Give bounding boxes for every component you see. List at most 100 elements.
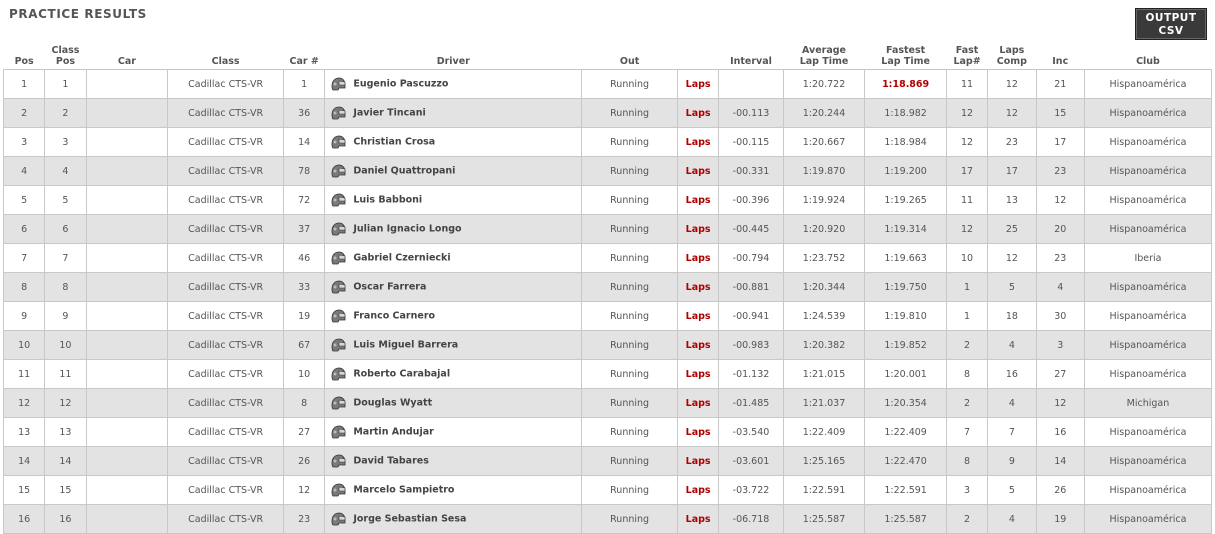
cell-driver[interactable]: Luis Miguel Barrera: [324, 330, 583, 360]
cell-driver[interactable]: Eugenio Pascuzzo: [324, 69, 583, 99]
cell-driver[interactable]: Oscar Farrera: [324, 272, 583, 302]
laps-link[interactable]: Laps: [676, 243, 720, 273]
cell-class-pos: 14: [44, 446, 87, 476]
helmet-icon: [330, 454, 346, 468]
col-header-inc[interactable]: Inc: [1036, 38, 1084, 70]
driver-name: Oscar Farrera: [353, 281, 427, 293]
cell-laps-comp: 18: [987, 301, 1037, 331]
col-header-driver[interactable]: Driver: [325, 38, 582, 70]
cell-inc: 23: [1035, 243, 1085, 273]
laps-link[interactable]: Laps: [676, 127, 720, 157]
cell-club: Hispanoamérica: [1083, 185, 1213, 215]
laps-link[interactable]: Laps: [676, 417, 720, 447]
cell-out: Running: [581, 272, 678, 302]
cell-car: [85, 301, 169, 331]
cell-driver[interactable]: Julian Ignacio Longo: [324, 214, 583, 244]
col-header-average-lap[interactable]: Average Lap Time: [783, 38, 865, 70]
col-header-fastest-lap[interactable]: Fastest Lap Time: [865, 38, 947, 70]
table-row: 4 4 Cadillac CTS-VR 78 Daniel Quattropan…: [2, 156, 1213, 186]
cell-fast-lap-number: 17: [945, 156, 989, 186]
cell-driver[interactable]: Martin Andujar: [324, 417, 583, 447]
laps-link[interactable]: Laps: [676, 388, 720, 418]
col-header-car-number[interactable]: Car #: [284, 38, 325, 70]
laps-link[interactable]: Laps: [676, 504, 720, 534]
cell-interval: -00.881: [718, 272, 784, 302]
cell-car: [85, 475, 169, 505]
cell-driver[interactable]: Luis Babboni: [324, 185, 583, 215]
cell-club: Hispanoamérica: [1083, 127, 1213, 157]
laps-link[interactable]: Laps: [676, 446, 720, 476]
cell-club: Hispanoamérica: [1083, 98, 1213, 128]
cell-out: Running: [581, 359, 678, 389]
col-header-club[interactable]: Club: [1084, 38, 1211, 70]
cell-driver[interactable]: Marcelo Sampietro: [324, 475, 583, 505]
cell-class: Cadillac CTS-VR: [167, 388, 285, 418]
cell-club: Hispanoamérica: [1083, 417, 1213, 447]
cell-driver[interactable]: Roberto Carabajal: [324, 359, 583, 389]
cell-class-pos: 9: [44, 301, 87, 331]
cell-driver[interactable]: David Tabares: [324, 446, 583, 476]
cell-inc: 26: [1035, 475, 1085, 505]
helmet-icon: [330, 164, 346, 178]
cell-pos: 8: [2, 272, 46, 302]
cell-driver[interactable]: Franco Carnero: [324, 301, 583, 331]
col-header-laps-comp[interactable]: Laps Comp: [988, 38, 1036, 70]
laps-link[interactable]: Laps: [676, 359, 720, 389]
cell-fastest-lap: 1:22.470: [864, 446, 947, 476]
cell-driver[interactable]: Gabriel Czerniecki: [324, 243, 583, 273]
cell-car: [85, 272, 169, 302]
laps-link[interactable]: Laps: [676, 301, 720, 331]
cell-fastest-lap: 1:22.409: [864, 417, 947, 447]
cell-interval: -00.113: [718, 98, 784, 128]
driver-name: Franco Carnero: [353, 310, 436, 322]
col-header-fast-lap-number[interactable]: Fast Lap#: [946, 38, 987, 70]
cell-driver[interactable]: Daniel Quattropani: [324, 156, 583, 186]
cell-fast-lap-number: 8: [945, 446, 989, 476]
laps-link[interactable]: Laps: [676, 185, 720, 215]
col-header-pos[interactable]: Pos: [4, 38, 45, 70]
cell-interval: -01.132: [718, 359, 784, 389]
laps-link[interactable]: Laps: [676, 156, 720, 186]
cell-car: [85, 446, 169, 476]
col-header-car[interactable]: Car: [86, 38, 168, 70]
cell-club: Hispanoamérica: [1083, 446, 1213, 476]
laps-link[interactable]: Laps: [676, 214, 720, 244]
helmet-icon: [330, 77, 346, 91]
cell-out: Running: [581, 504, 678, 534]
laps-link[interactable]: Laps: [676, 98, 720, 128]
cell-inc: 4: [1035, 272, 1085, 302]
cell-out: Running: [581, 330, 678, 360]
laps-link[interactable]: Laps: [676, 272, 720, 302]
cell-fast-lap-number: 12: [945, 214, 989, 244]
cell-fast-lap-number: 2: [945, 504, 989, 534]
cell-fastest-lap: 1:20.354: [864, 388, 947, 418]
page-title: PRACTICE RESULTS: [9, 7, 147, 21]
cell-average-lap: 1:20.344: [782, 272, 866, 302]
laps-link[interactable]: Laps: [676, 69, 720, 99]
cell-pos: 15: [2, 475, 46, 505]
col-header-out[interactable]: Out: [582, 38, 678, 70]
cell-laps-comp: 16: [987, 359, 1037, 389]
col-header-class-pos[interactable]: Class Pos: [45, 38, 86, 70]
cell-club: Iberia: [1083, 243, 1213, 273]
results-table: Pos Class Pos Car Class Car # Driver Out …: [2, 38, 1213, 534]
cell-laps-comp: 9: [987, 446, 1037, 476]
col-header-class[interactable]: Class: [168, 38, 284, 70]
cell-driver[interactable]: Douglas Wyatt: [324, 388, 583, 418]
output-csv-button[interactable]: OUTPUT CSV: [1135, 8, 1207, 40]
cell-car: [85, 156, 169, 186]
cell-laps-comp: 12: [987, 243, 1037, 273]
cell-driver[interactable]: Jorge Sebastian Sesa: [324, 504, 583, 534]
helmet-icon: [330, 338, 346, 352]
cell-car-number: 12: [283, 475, 326, 505]
cell-class: Cadillac CTS-VR: [167, 417, 285, 447]
cell-driver[interactable]: Javier Tincani: [324, 98, 583, 128]
cell-average-lap: 1:20.722: [782, 69, 866, 99]
col-header-interval[interactable]: Interval: [719, 38, 783, 70]
laps-link[interactable]: Laps: [676, 330, 720, 360]
laps-link[interactable]: Laps: [676, 475, 720, 505]
cell-average-lap: 1:25.587: [782, 504, 866, 534]
cell-pos: 10: [2, 330, 46, 360]
cell-laps-comp: 12: [987, 69, 1037, 99]
cell-driver[interactable]: Christian Crosa: [324, 127, 583, 157]
